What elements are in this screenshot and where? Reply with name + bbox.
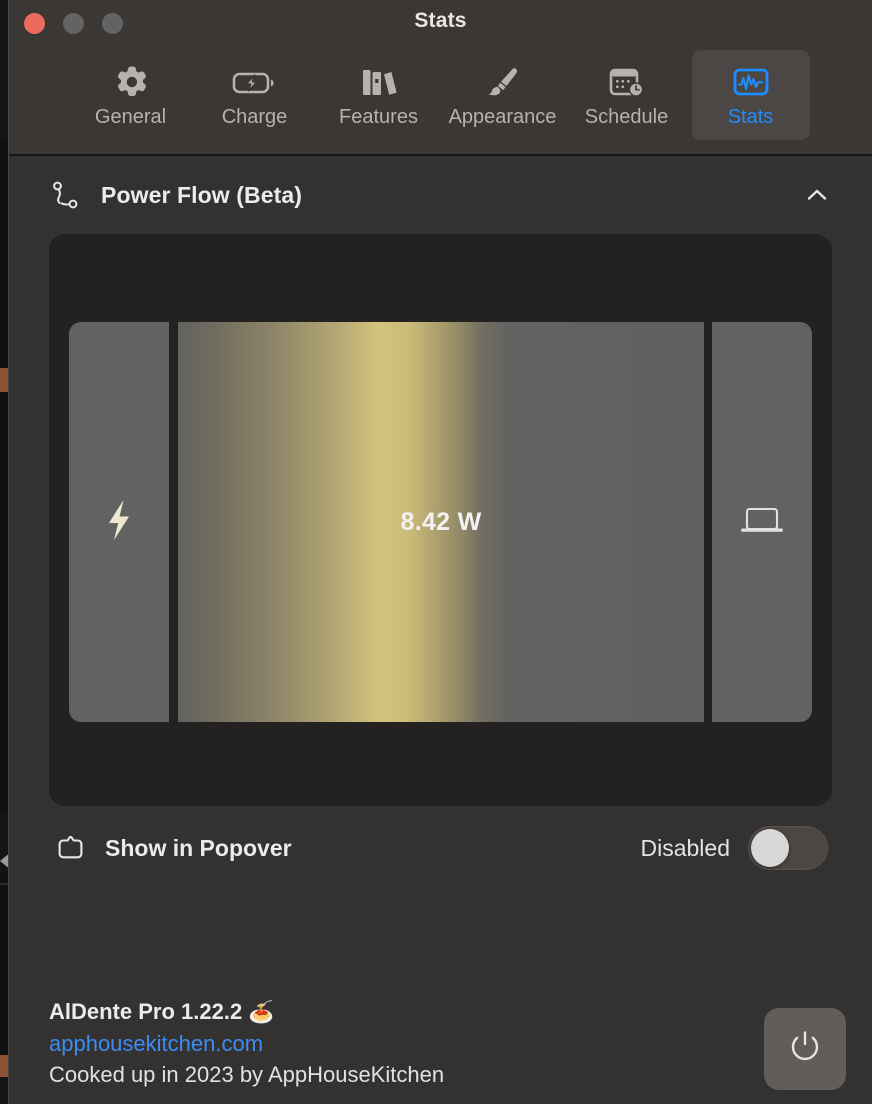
power-flow-value: 8.42 W	[401, 508, 482, 537]
tab-charge[interactable]: Charge	[196, 50, 314, 140]
popover-bubble-icon	[53, 831, 87, 865]
show-in-popover-row[interactable]: Show in Popover Disabled	[49, 806, 832, 890]
app-name-version: AlDente Pro 1.22.2	[49, 999, 242, 1024]
power-flow-card: 8.42 W	[49, 234, 832, 806]
popover-state-label: Disabled	[641, 835, 731, 862]
power-icon	[783, 1025, 827, 1074]
popover-label: Show in Popover	[105, 835, 292, 862]
pasta-emoji-icon: 🍝	[248, 1001, 274, 1024]
calendar-clock-icon	[605, 60, 649, 104]
flow-gap	[704, 322, 712, 722]
lightning-bolt-icon	[102, 497, 136, 548]
tab-label: General	[95, 107, 166, 127]
footer-text-block: AlDente Pro 1.22.2 🍝 apphousekitchen.com…	[35, 996, 444, 1090]
tab-label: Appearance	[449, 107, 557, 127]
gear-icon	[111, 60, 151, 104]
power-flow-icon	[49, 178, 83, 212]
power-flow-bar: 8.42 W	[178, 322, 704, 722]
window-title: Stats	[9, 9, 872, 33]
tab-label: Schedule	[585, 107, 668, 127]
tab-label: Stats	[728, 107, 774, 127]
tab-stats[interactable]: Stats	[692, 50, 810, 140]
app-footer: AlDente Pro 1.22.2 🍝 apphousekitchen.com…	[35, 996, 846, 1090]
popover-toggle-switch[interactable]	[748, 826, 828, 870]
toggle-knob	[751, 829, 789, 867]
device-node	[712, 322, 812, 722]
chevron-up-icon[interactable]	[800, 178, 834, 212]
website-link[interactable]: apphousekitchen.com	[49, 1028, 444, 1059]
paintbrush-icon	[481, 60, 525, 104]
app-window: Stats General Charge	[8, 0, 872, 1104]
app-credit-label: Cooked up in 2023 by AppHouseKitchen	[49, 1059, 444, 1090]
stats-content: Power Flow (Beta) 8.42	[9, 156, 872, 1104]
power-flow-section-header[interactable]: Power Flow (Beta)	[35, 156, 846, 234]
tab-appearance[interactable]: Appearance	[444, 50, 562, 140]
tab-features[interactable]: Features	[320, 50, 438, 140]
flow-gap	[169, 322, 178, 722]
section-title: Power Flow (Beta)	[101, 182, 302, 209]
books-icon	[357, 60, 401, 104]
window-titlebar: Stats	[9, 0, 872, 46]
power-flow-diagram: 8.42 W	[69, 322, 812, 722]
waveform-chart-icon	[729, 60, 773, 104]
laptop-icon	[738, 502, 786, 543]
tab-label: Features	[339, 107, 418, 127]
preferences-toolbar: General Charge Features	[9, 46, 872, 156]
power-button[interactable]	[764, 1008, 846, 1090]
popover-controls: Disabled	[641, 826, 829, 870]
tab-schedule[interactable]: Schedule	[568, 50, 686, 140]
power-source-node	[69, 322, 169, 722]
tab-general[interactable]: General	[72, 50, 190, 140]
tab-label: Charge	[222, 107, 288, 127]
battery-bolt-icon	[231, 60, 279, 104]
app-version-label: AlDente Pro 1.22.2 🍝	[49, 996, 444, 1028]
